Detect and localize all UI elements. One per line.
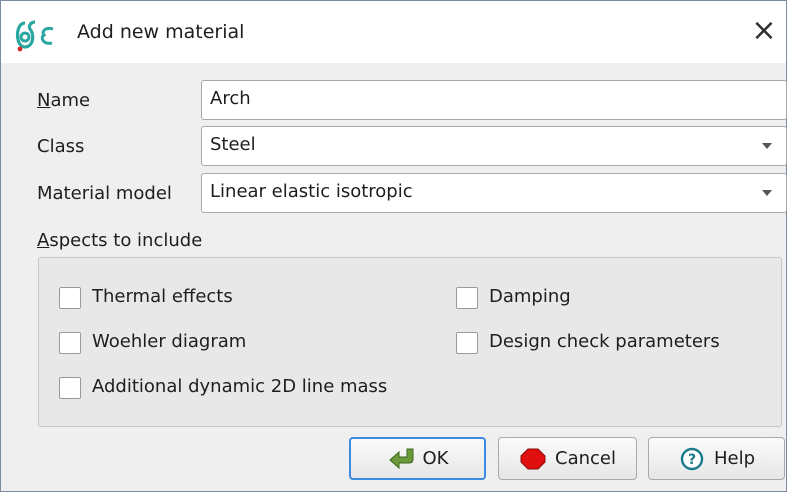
aspects-label: Aspects to include bbox=[37, 230, 203, 251]
design-check-parameters-label: Design check parameters bbox=[489, 331, 720, 352]
additional-dynamic-2d-line-mass-label: Additional dynamic 2D line mass bbox=[92, 376, 388, 397]
checkbox-box[interactable] bbox=[456, 287, 478, 309]
aspects-group: Thermal effects Damping Woehler diagram … bbox=[38, 257, 782, 427]
checkbox-box[interactable] bbox=[59, 332, 81, 354]
name-label: Name bbox=[37, 90, 91, 111]
ok-label: OK bbox=[422, 448, 449, 469]
name-field[interactable] bbox=[201, 80, 787, 120]
material-model-select-value: Linear elastic isotropic bbox=[210, 181, 413, 202]
damping-label: Damping bbox=[489, 286, 571, 307]
app-logo-icon bbox=[15, 20, 54, 52]
cancel-label: Cancel bbox=[555, 448, 616, 469]
name-input[interactable] bbox=[210, 88, 770, 109]
class-select[interactable]: Steel bbox=[201, 126, 787, 166]
title-bar: Add new material × bbox=[1, 1, 786, 63]
chevron-down-icon bbox=[762, 190, 772, 196]
help-label: Help bbox=[713, 448, 756, 469]
stop-icon bbox=[520, 448, 546, 469]
ok-arrow-icon bbox=[388, 448, 413, 469]
checkbox-box[interactable] bbox=[456, 332, 478, 354]
checkbox-box[interactable] bbox=[59, 287, 81, 309]
help-button[interactable]: ? Help bbox=[648, 437, 785, 480]
window-title: Add new material bbox=[77, 21, 245, 43]
cancel-button[interactable]: Cancel bbox=[498, 437, 637, 480]
class-label: Class bbox=[37, 136, 85, 157]
woehler-diagram-label: Woehler diagram bbox=[92, 331, 247, 352]
checkbox-box[interactable] bbox=[59, 377, 81, 399]
help-icon: ? bbox=[680, 447, 704, 470]
close-button[interactable]: × bbox=[749, 16, 779, 47]
chevron-down-icon bbox=[762, 143, 772, 149]
ok-button[interactable]: OK bbox=[349, 437, 486, 480]
material-model-select[interactable]: Linear elastic isotropic bbox=[201, 173, 787, 213]
material-model-label: Material model bbox=[37, 183, 172, 204]
class-select-value: Steel bbox=[210, 134, 256, 155]
close-icon: × bbox=[751, 13, 777, 48]
thermal-effects-label: Thermal effects bbox=[92, 286, 233, 307]
add-material-dialog: Add new material × Name Class Steel Mate… bbox=[0, 0, 787, 492]
svg-text:?: ? bbox=[688, 452, 696, 468]
